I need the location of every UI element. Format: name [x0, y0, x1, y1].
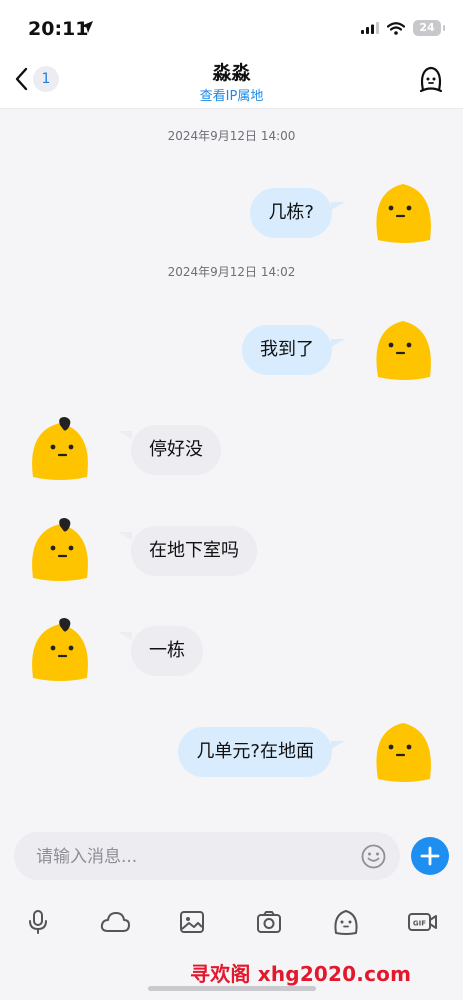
- message-bubble-incoming[interactable]: 停好没: [131, 425, 221, 475]
- bubble-tail: [118, 431, 132, 439]
- bubble-tail: [118, 532, 132, 540]
- input-toolbar: GIF: [0, 900, 463, 944]
- emoji-icon[interactable]: [361, 844, 386, 869]
- svg-text:GIF: GIF: [413, 920, 426, 928]
- location-arrow-icon: [81, 21, 93, 33]
- plus-icon: [420, 846, 440, 866]
- message-row-outgoing: 几栋?: [0, 180, 463, 246]
- sticker-button[interactable]: [324, 900, 368, 944]
- message-row-outgoing: 我到了: [0, 317, 463, 383]
- cloud-button[interactable]: [93, 900, 137, 944]
- message-bubble-outgoing[interactable]: 我到了: [242, 325, 332, 375]
- contact-profile-icon[interactable]: [417, 64, 445, 94]
- gif-icon: GIF: [408, 913, 437, 931]
- my-avatar[interactable]: [370, 317, 436, 381]
- message-bubble-incoming[interactable]: 在地下室吗: [131, 526, 257, 576]
- plus-button[interactable]: [411, 837, 449, 875]
- contact-avatar[interactable]: [27, 518, 93, 582]
- status-icons: 24: [361, 20, 445, 36]
- microphone-icon: [29, 910, 47, 934]
- chat-header: 1 淼淼 查看IP属地: [0, 52, 463, 109]
- wifi-icon: [387, 21, 405, 35]
- image-icon: [180, 911, 204, 933]
- status-bar: 20:11 24: [0, 0, 463, 52]
- bubble-tail: [118, 632, 132, 640]
- home-indicator[interactable]: [148, 986, 316, 991]
- battery-indicator: 24: [413, 20, 445, 36]
- message-row-incoming: 在地下室吗: [0, 518, 463, 584]
- contact-avatar[interactable]: [27, 417, 93, 481]
- cloud-icon: [100, 912, 130, 932]
- camera-button[interactable]: [247, 900, 291, 944]
- message-input[interactable]: [34, 840, 358, 874]
- my-avatar[interactable]: [370, 180, 436, 244]
- bubble-tail: [331, 741, 345, 749]
- view-ip-location-link[interactable]: 查看IP属地: [0, 85, 463, 104]
- cellular-signal-icon: [361, 22, 379, 34]
- voice-button[interactable]: [16, 900, 60, 944]
- message-input-box[interactable]: [14, 832, 400, 880]
- camera-icon: [257, 911, 281, 933]
- message-bubble-incoming[interactable]: 一栋: [131, 626, 203, 676]
- contact-name: 淼淼: [212, 62, 251, 84]
- message-bubble-outgoing[interactable]: 几单元?在地面: [178, 727, 332, 777]
- my-avatar[interactable]: [370, 719, 436, 783]
- message-row-incoming: 一栋: [0, 618, 463, 684]
- contact-avatar[interactable]: [27, 618, 93, 682]
- message-timestamp: 2024年9月12日 14:02: [167, 265, 296, 279]
- photo-button[interactable]: [170, 900, 214, 944]
- gif-button[interactable]: GIF: [401, 900, 445, 944]
- bubble-tail: [331, 202, 345, 210]
- message-bubble-outgoing[interactable]: 几栋?: [250, 188, 332, 238]
- message-row-outgoing: 几单元?在地面: [0, 719, 463, 785]
- message-timestamp: 2024年9月12日 14:00: [167, 129, 296, 143]
- emoji-face-icon: [334, 910, 358, 935]
- watermark: 寻欢阁 xhg2020.com: [190, 962, 412, 986]
- bubble-tail: [331, 339, 345, 347]
- message-row-incoming: 停好没: [0, 417, 463, 483]
